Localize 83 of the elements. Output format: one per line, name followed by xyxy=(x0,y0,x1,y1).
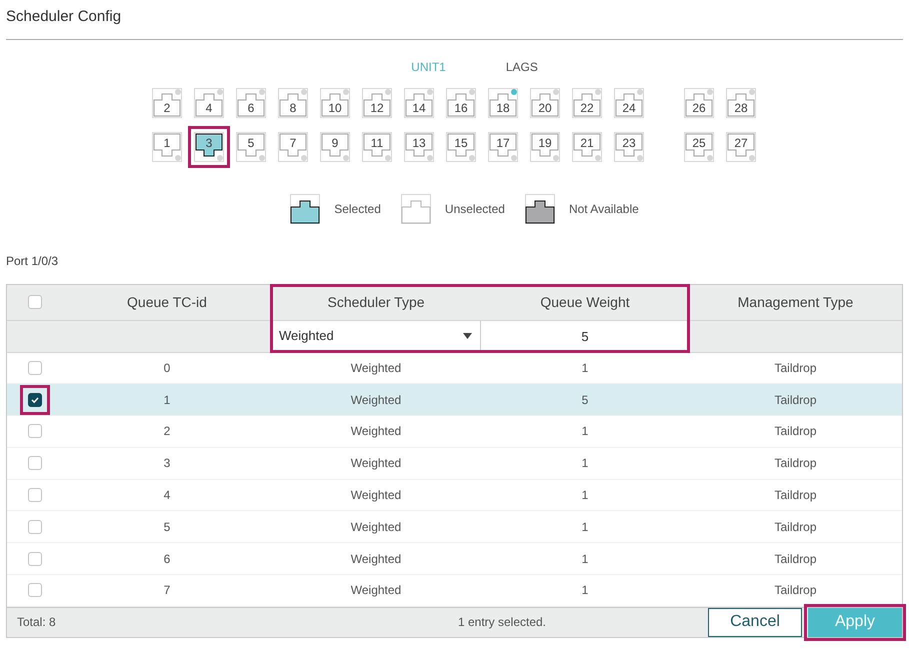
table-cell-text: Weighted xyxy=(350,392,402,409)
table-cell-text: Taildrop xyxy=(773,582,818,600)
table-cell-text: Weighted xyxy=(350,360,402,377)
table-cell-text: 1 xyxy=(580,550,590,568)
table-cell-text: Weighted xyxy=(350,487,402,504)
unit-tab[interactable]: LAGS xyxy=(506,58,538,76)
table-cell-text: 1 xyxy=(580,455,590,472)
selection-status: 1 entry selected. xyxy=(456,614,548,632)
port-legend-icon xyxy=(400,194,431,224)
port-button[interactable]: 11 xyxy=(362,132,392,162)
port-button[interactable]: 3 xyxy=(194,132,224,162)
table-cell-text: Weighted xyxy=(350,423,402,440)
table-cell-text: 0 xyxy=(162,360,172,377)
total-count: Total: 8 xyxy=(17,614,57,632)
column-header: Management Type xyxy=(736,292,854,312)
port-button[interactable]: 24 xyxy=(614,88,644,118)
port-button[interactable]: 1 xyxy=(152,132,182,162)
port-button[interactable]: 8 xyxy=(278,88,308,118)
port-button[interactable]: 25 xyxy=(684,132,714,162)
port-button[interactable]: 27 xyxy=(726,132,756,162)
port-button[interactable]: 4 xyxy=(194,88,224,118)
table-cell-text: 1 xyxy=(580,423,590,440)
port-button[interactable]: 9 xyxy=(320,132,350,162)
table-cell-text: Taildrop xyxy=(773,550,818,568)
port-button[interactable]: 16 xyxy=(446,88,476,118)
port-button[interactable]: 5 xyxy=(236,132,266,162)
check-icon xyxy=(30,394,40,405)
column-header: Queue Weight xyxy=(539,292,631,312)
port-button[interactable]: 23 xyxy=(614,132,644,162)
table-cell-text: 5 xyxy=(162,518,172,536)
page-title: Scheduler Config xyxy=(6,7,122,27)
table-cell-text: Weighted xyxy=(350,518,402,536)
table-cell-text: Taildrop xyxy=(773,360,818,377)
table-cell-text: Weighted xyxy=(350,582,402,600)
port-button[interactable]: 17 xyxy=(488,132,518,162)
table-cell-text: Taildrop xyxy=(773,455,818,472)
table-cell-text: 1 xyxy=(580,360,590,377)
table-cell-text: Taildrop xyxy=(773,392,818,409)
port-button[interactable]: 28 xyxy=(726,88,756,118)
port-button[interactable]: 19 xyxy=(530,132,560,162)
table-cell-text: 4 xyxy=(162,487,172,504)
table-cell-text: Weighted xyxy=(350,550,402,568)
queue-weight-field[interactable]: 5 xyxy=(481,320,689,352)
port-button[interactable]: 12 xyxy=(362,88,392,118)
port-button[interactable]: 13 xyxy=(404,132,434,162)
table-cell-text: 1 xyxy=(580,582,590,600)
port-button[interactable]: 6 xyxy=(236,88,266,118)
table-row[interactable]: 4 Weighted 1 Taildrop xyxy=(7,480,902,512)
port-button[interactable]: 20 xyxy=(530,88,560,118)
port-button[interactable]: 26 xyxy=(684,88,714,118)
caret-icon xyxy=(463,333,472,339)
legend-label: Not Available xyxy=(568,200,639,218)
table-cell-text: Taildrop xyxy=(773,423,818,440)
scheduler-type-dropdown[interactable]: Weighted xyxy=(271,320,481,352)
table-row[interactable]: 1 Weighted 5 Taildrop xyxy=(7,384,902,416)
port-legend-icon xyxy=(290,194,320,224)
legend-label: Unselected xyxy=(444,200,505,218)
table-cell-text: Weighted xyxy=(350,455,402,472)
port-button[interactable]: 18 xyxy=(488,88,518,118)
cancel-button[interactable]: Cancel xyxy=(708,608,802,637)
table-cell-text: 3 xyxy=(162,455,172,472)
port-legend-icon xyxy=(524,194,555,224)
table-cell-text: 5 xyxy=(580,392,590,409)
table-cell-text: 2 xyxy=(162,423,172,440)
port-button[interactable]: 22 xyxy=(572,88,602,118)
column-header: Queue TC-id xyxy=(126,292,208,312)
table-cell-text: 1 xyxy=(580,487,590,504)
column-header: Scheduler Type xyxy=(326,292,426,312)
legend-label: Selected xyxy=(334,200,381,218)
checkbox[interactable] xyxy=(28,392,42,407)
port-button[interactable]: 2 xyxy=(152,88,182,118)
port-button[interactable]: 21 xyxy=(572,132,602,162)
table-cell-text: 7 xyxy=(162,582,172,600)
port-button[interactable]: 10 xyxy=(320,88,350,118)
table-cell-text: Taildrop xyxy=(773,487,818,504)
port-label: Port 1/0/3 xyxy=(6,252,60,270)
table-cell-text: 6 xyxy=(162,550,172,568)
table-cell-text: 1 xyxy=(162,392,172,409)
table-cell-text: 1 xyxy=(580,518,590,536)
port-button[interactable]: 7 xyxy=(278,132,308,162)
port-button[interactable]: 15 xyxy=(446,132,476,162)
table-cell-text: Taildrop xyxy=(773,518,818,536)
port-button[interactable]: 14 xyxy=(404,88,434,118)
